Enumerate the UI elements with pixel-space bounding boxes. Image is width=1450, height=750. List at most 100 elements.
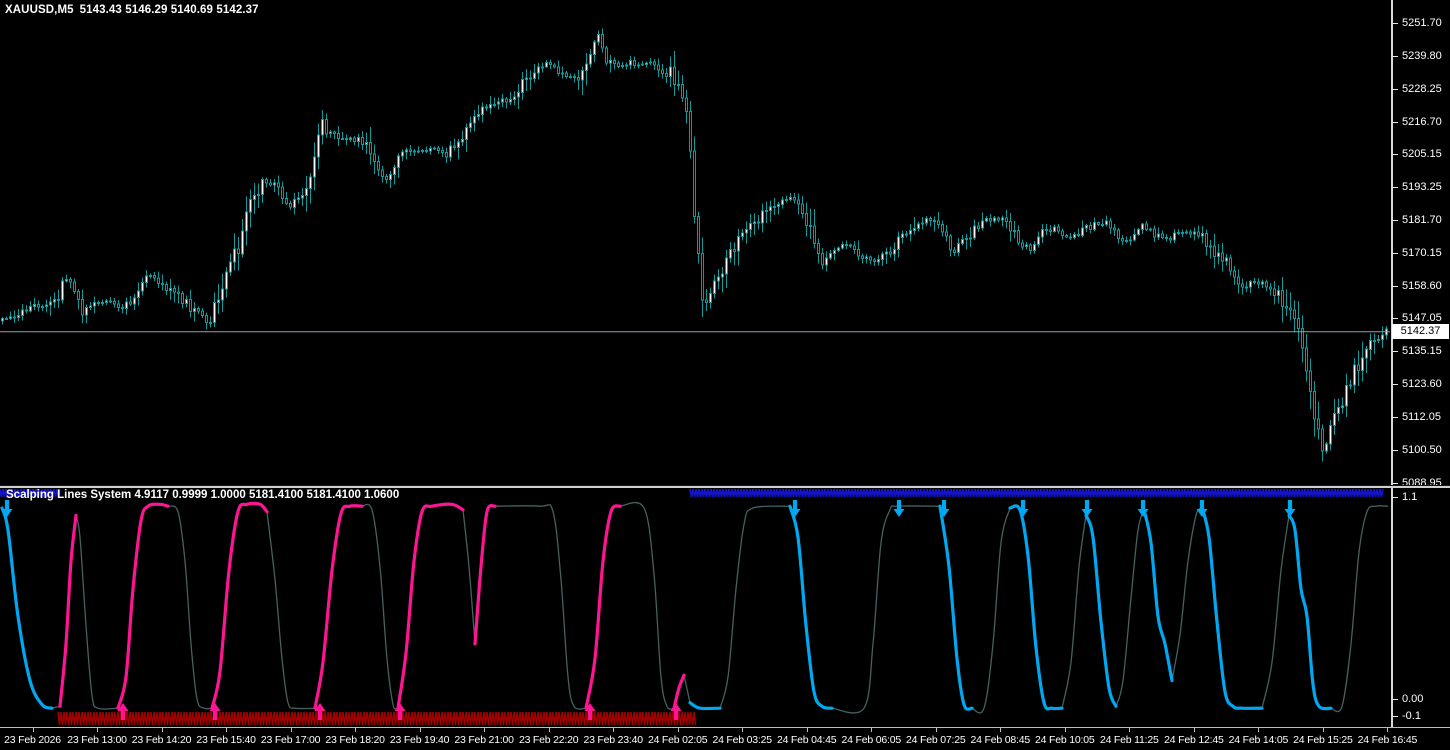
time-axis-tick <box>484 728 486 732</box>
time-axis-tick <box>871 728 873 732</box>
oscillator-up-segment <box>116 502 170 710</box>
price-axis-tick <box>1393 187 1398 189</box>
indicator-scale-axis[interactable]: 1.1 0.00 -0.1 <box>1391 487 1450 727</box>
oscillator-curve <box>619 501 675 710</box>
time-axis-tick <box>226 728 228 732</box>
price-axis-tick <box>1393 88 1398 90</box>
price-axis-label: 5181.70 <box>1402 213 1442 226</box>
price-axis-tick <box>1393 384 1398 385</box>
oscillator-down-segment <box>1084 513 1118 708</box>
sell-arrow <box>1137 500 1149 517</box>
oscillator-down-segment <box>688 701 722 711</box>
oscillator-curve <box>266 511 316 710</box>
indicator-panel[interactable] <box>0 487 1390 727</box>
symbol-timeframe-label: XAUUSD,M5 <box>5 4 74 16</box>
price-axis-label: 5251.70 <box>1402 17 1442 29</box>
price-axis-label: 5158.60 <box>1402 279 1442 292</box>
time-axis-tick <box>355 728 357 732</box>
sell-zone-band <box>689 488 1384 498</box>
price-axis-tick <box>1393 285 1398 287</box>
time-axis-tick <box>97 728 98 732</box>
oscillator-curve <box>1330 505 1389 713</box>
oscillator-curve <box>1061 515 1087 709</box>
time-axis-tick <box>419 728 421 732</box>
indicator-name-label: Scalping Lines System <box>6 489 132 501</box>
oscillator-up-segment <box>473 503 497 646</box>
oscillator-up-segment <box>672 673 686 710</box>
time-axis[interactable]: 23 Feb 2026 23 Feb 13:00 23 Feb 14:20 23 Fe… <box>0 727 1450 750</box>
price-axis-tick <box>1393 252 1398 254</box>
price-chart-area[interactable] <box>0 0 1390 485</box>
oscillator-down-segment <box>788 504 834 710</box>
oscillator-curve <box>683 674 691 703</box>
price-axis-label: 5205.15 <box>1402 148 1442 161</box>
indicator-values-label: 4.9117 0.9999 1.0000 5181.4100 5181.4100… <box>134 489 400 501</box>
time-axis-tick <box>1258 728 1260 732</box>
candles <box>1 28 1388 462</box>
chart-header: XAUUSD,M5 5143.43 5146.29 5140.69 5142.37 <box>5 4 259 16</box>
time-axis-tick <box>1387 728 1389 732</box>
price-axis-tick <box>1393 154 1398 156</box>
oscillator-down-segment <box>1142 508 1174 683</box>
oscillator-curve <box>1261 515 1290 709</box>
indicator-scale-tick <box>1393 716 1398 717</box>
price-axis-tick <box>1393 23 1398 24</box>
time-axis-tick <box>1322 728 1324 732</box>
price-axis-tick <box>1393 449 1398 451</box>
oscillator-down-segment <box>0 506 54 710</box>
oscillator-down-segment <box>1287 513 1333 711</box>
price-axis-tick <box>1393 351 1398 353</box>
oscillator-curve <box>75 515 119 710</box>
oscillator-down-segment <box>938 504 974 711</box>
price-axis-tick <box>1393 416 1398 418</box>
time-axis-label: 24 Feb 16:45 <box>1357 734 1418 746</box>
oscillator-curve <box>1115 509 1145 707</box>
oscillator-curve <box>361 503 399 710</box>
price-axis-tick <box>1393 55 1398 57</box>
mt4-chart-window: XAUUSD,M5 5143.43 5146.29 5140.69 5142.37… <box>0 0 1450 750</box>
price-axis-label: 5135.15 <box>1402 345 1442 358</box>
oscillator-curve <box>462 509 476 644</box>
time-axis-tick <box>161 728 163 732</box>
sell-arrow <box>893 500 905 517</box>
time-axis-tick <box>1000 728 1002 732</box>
buy-zone-band <box>57 711 697 726</box>
oscillator-up-segment <box>210 501 269 710</box>
indicator-scale-tick <box>1393 699 1398 700</box>
window-splitter[interactable] <box>0 485 1450 488</box>
price-axis-tick <box>1393 121 1398 123</box>
time-axis-tick <box>290 728 292 732</box>
oscillator-up-segment <box>313 504 364 710</box>
time-axis-tick <box>1064 728 1066 732</box>
oscillator-down-segment <box>1008 504 1064 711</box>
oscillator-up-segment <box>58 513 78 708</box>
price-axis-label: 5100.50 <box>1402 443 1442 456</box>
price-axis-label: 5239.80 <box>1402 49 1442 62</box>
time-axis-tick <box>742 728 744 732</box>
price-axis[interactable]: 5251.70 5239.80 5228.25 5216.70 5205.15 5193.… <box>1391 0 1450 489</box>
price-axis-label: 5123.60 <box>1402 378 1442 390</box>
price-axis-label: 5193.25 <box>1402 181 1442 194</box>
price-axis-label: 5216.70 <box>1402 115 1442 128</box>
time-axis-tick <box>1129 728 1131 732</box>
time-axis-tick <box>806 728 808 732</box>
time-axis-tick <box>1193 728 1195 732</box>
ohlc-values-label: 5143.43 5146.29 5140.69 5142.37 <box>79 4 259 16</box>
indicator-header: Scalping Lines System 4.9117 0.9999 1.00… <box>6 489 399 501</box>
time-axis-tick <box>32 728 34 732</box>
oscillator-curve <box>831 505 941 714</box>
price-axis-tick <box>1393 219 1398 221</box>
oscillator-curve <box>1171 507 1203 681</box>
indicator-scale-label: 1.1 <box>1402 491 1418 503</box>
price-axis-label: 5112.05 <box>1402 410 1441 423</box>
oscillator-curve <box>167 505 213 710</box>
price-axis-label: 5170.15 <box>1402 246 1442 259</box>
time-axis-tick <box>548 728 550 732</box>
oscillator-curve <box>971 507 1011 714</box>
indicator-scale-label: 0.00 <box>1402 693 1424 705</box>
price-axis-tick <box>1393 318 1398 320</box>
oscillator-up-segment <box>396 502 465 710</box>
oscillator-down-segment <box>1200 506 1264 710</box>
time-axis-tick <box>613 728 615 732</box>
indicator-scale-tick <box>1393 497 1398 498</box>
